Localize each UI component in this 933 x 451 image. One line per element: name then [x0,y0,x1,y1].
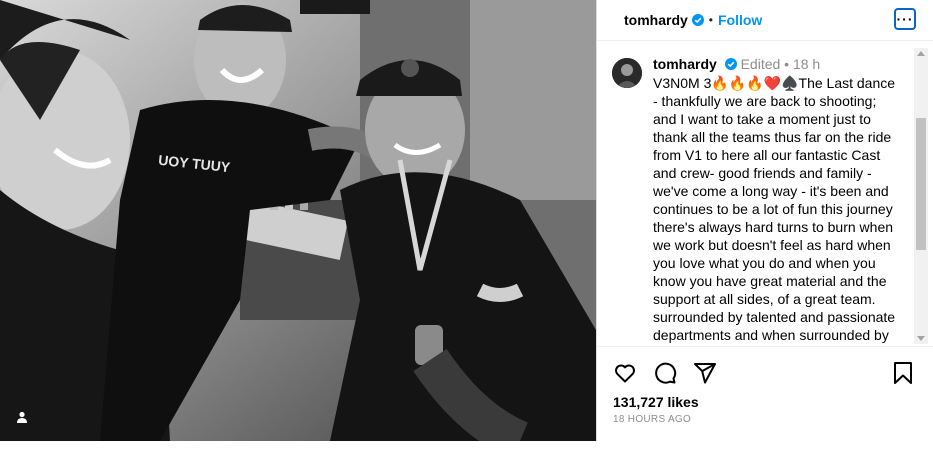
edited-label: Edited [740,56,781,72]
comment-button[interactable] [653,361,677,385]
caption-scrollbar[interactable] [914,48,928,344]
more-icon: ··· [896,11,914,27]
heart-icon [615,364,635,383]
post: UOY TUUY tomhardy • Follow ··· tomhardy … [0,0,933,451]
more-options-button[interactable]: ··· [894,8,916,30]
verified-icon [691,14,704,26]
caption-header: tomhardy Edited • 18 h [653,56,820,72]
bottom-border [0,441,933,451]
side-panel: tomhardy • Follow ··· tomhardy Edited • … [596,0,933,441]
action-bar: 131,727 likes 18 HOURS AGO [597,346,933,442]
save-button[interactable] [892,361,914,385]
share-button[interactable] [693,361,717,385]
like-button[interactable] [613,361,637,385]
caption-time[interactable]: 18 h [793,56,820,72]
caption-text: V3N0M 3🔥🔥🔥❤️♠️The Last dance - thankfull… [653,75,899,343]
comment-icon [655,362,677,384]
avatar[interactable] [612,58,642,88]
share-icon [694,363,716,384]
post-header: tomhardy • Follow ··· [597,0,933,41]
user-tag-icon[interactable] [12,407,32,427]
scroll-up-icon[interactable] [917,51,925,56]
header-dot: • [708,13,713,27]
bookmark-icon [894,362,912,384]
verified-icon [724,58,737,70]
likes-count[interactable]: 131,727 likes [613,394,699,410]
header-username[interactable]: tomhardy [624,12,688,28]
follow-button[interactable]: Follow [718,12,762,28]
post-photo[interactable]: UOY TUUY [0,0,596,441]
post-timestamp[interactable]: 18 HOURS AGO [613,414,691,425]
caption-dot: • [784,56,790,72]
photo-image: UOY TUUY [0,0,596,441]
caption-area[interactable]: tomhardy Edited • 18 h V3N0M 3🔥🔥🔥❤️♠️The… [597,48,917,344]
scroll-down-icon[interactable] [917,336,925,341]
scroll-thumb[interactable] [916,118,926,250]
caption-username[interactable]: tomhardy [653,56,717,72]
